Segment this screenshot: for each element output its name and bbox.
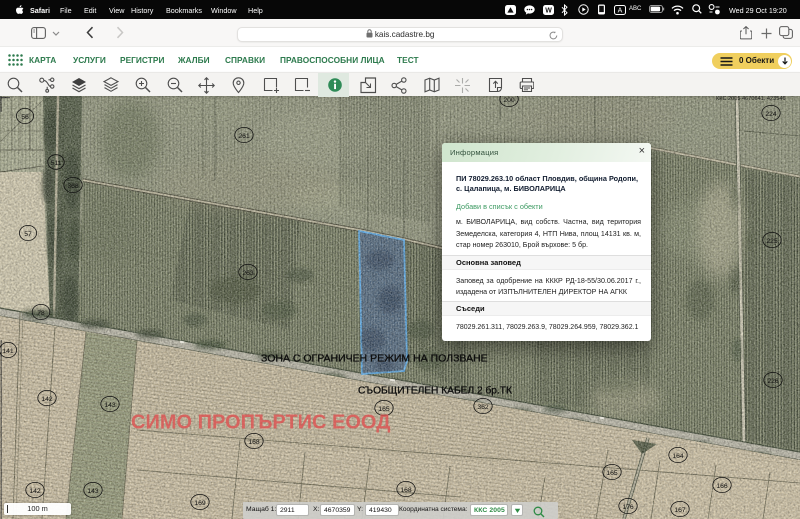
svg-text:78: 78 xyxy=(37,310,45,317)
svg-text:164: 164 xyxy=(672,453,684,460)
svg-text:143: 143 xyxy=(104,402,116,409)
svg-text:142: 142 xyxy=(41,396,53,403)
svg-text:57: 57 xyxy=(24,231,32,238)
svg-text:368: 368 xyxy=(67,183,79,190)
svg-text:362: 362 xyxy=(477,404,489,411)
svg-text:224: 224 xyxy=(765,111,777,118)
svg-text:168: 168 xyxy=(248,439,260,446)
svg-text:ЗОНА С ОГРАНИЧЕН РЕЖИМ НА ПОЛЗ: ЗОНА С ОГРАНИЧЕН РЕЖИМ НА ПОЛЗВАНЕ xyxy=(261,353,488,365)
svg-text:226: 226 xyxy=(767,378,779,385)
svg-text:56: 56 xyxy=(21,114,29,121)
svg-text:165: 165 xyxy=(606,470,618,477)
svg-text:ККС 2005 4670641, 423546: ККС 2005 4670641, 423546 xyxy=(716,96,786,102)
svg-text:166: 166 xyxy=(716,483,728,490)
svg-text:176: 176 xyxy=(622,504,634,511)
svg-text:СИМО ПРОПЪРТИС ЕООД: СИМО ПРОПЪРТИС ЕООД xyxy=(131,412,390,434)
svg-text:141: 141 xyxy=(2,348,14,355)
svg-text:A: A xyxy=(618,7,623,14)
svg-text:168: 168 xyxy=(400,487,412,494)
svg-text:261: 261 xyxy=(238,133,250,140)
svg-text:200: 200 xyxy=(503,97,515,104)
svg-text:511: 511 xyxy=(51,160,62,167)
svg-text:142: 142 xyxy=(29,488,41,495)
svg-text:СЪОБЩИТЕЛЕН КАБЕЛ 2 бр.ТК: СЪОБЩИТЕЛЕН КАБЕЛ 2 бр.ТК xyxy=(358,385,512,397)
svg-text:167: 167 xyxy=(674,507,686,514)
svg-text:169: 169 xyxy=(194,500,206,507)
svg-text:143: 143 xyxy=(87,488,99,495)
svg-text:263: 263 xyxy=(242,270,254,277)
svg-text:W: W xyxy=(545,7,552,14)
svg-text:225: 225 xyxy=(766,238,778,245)
